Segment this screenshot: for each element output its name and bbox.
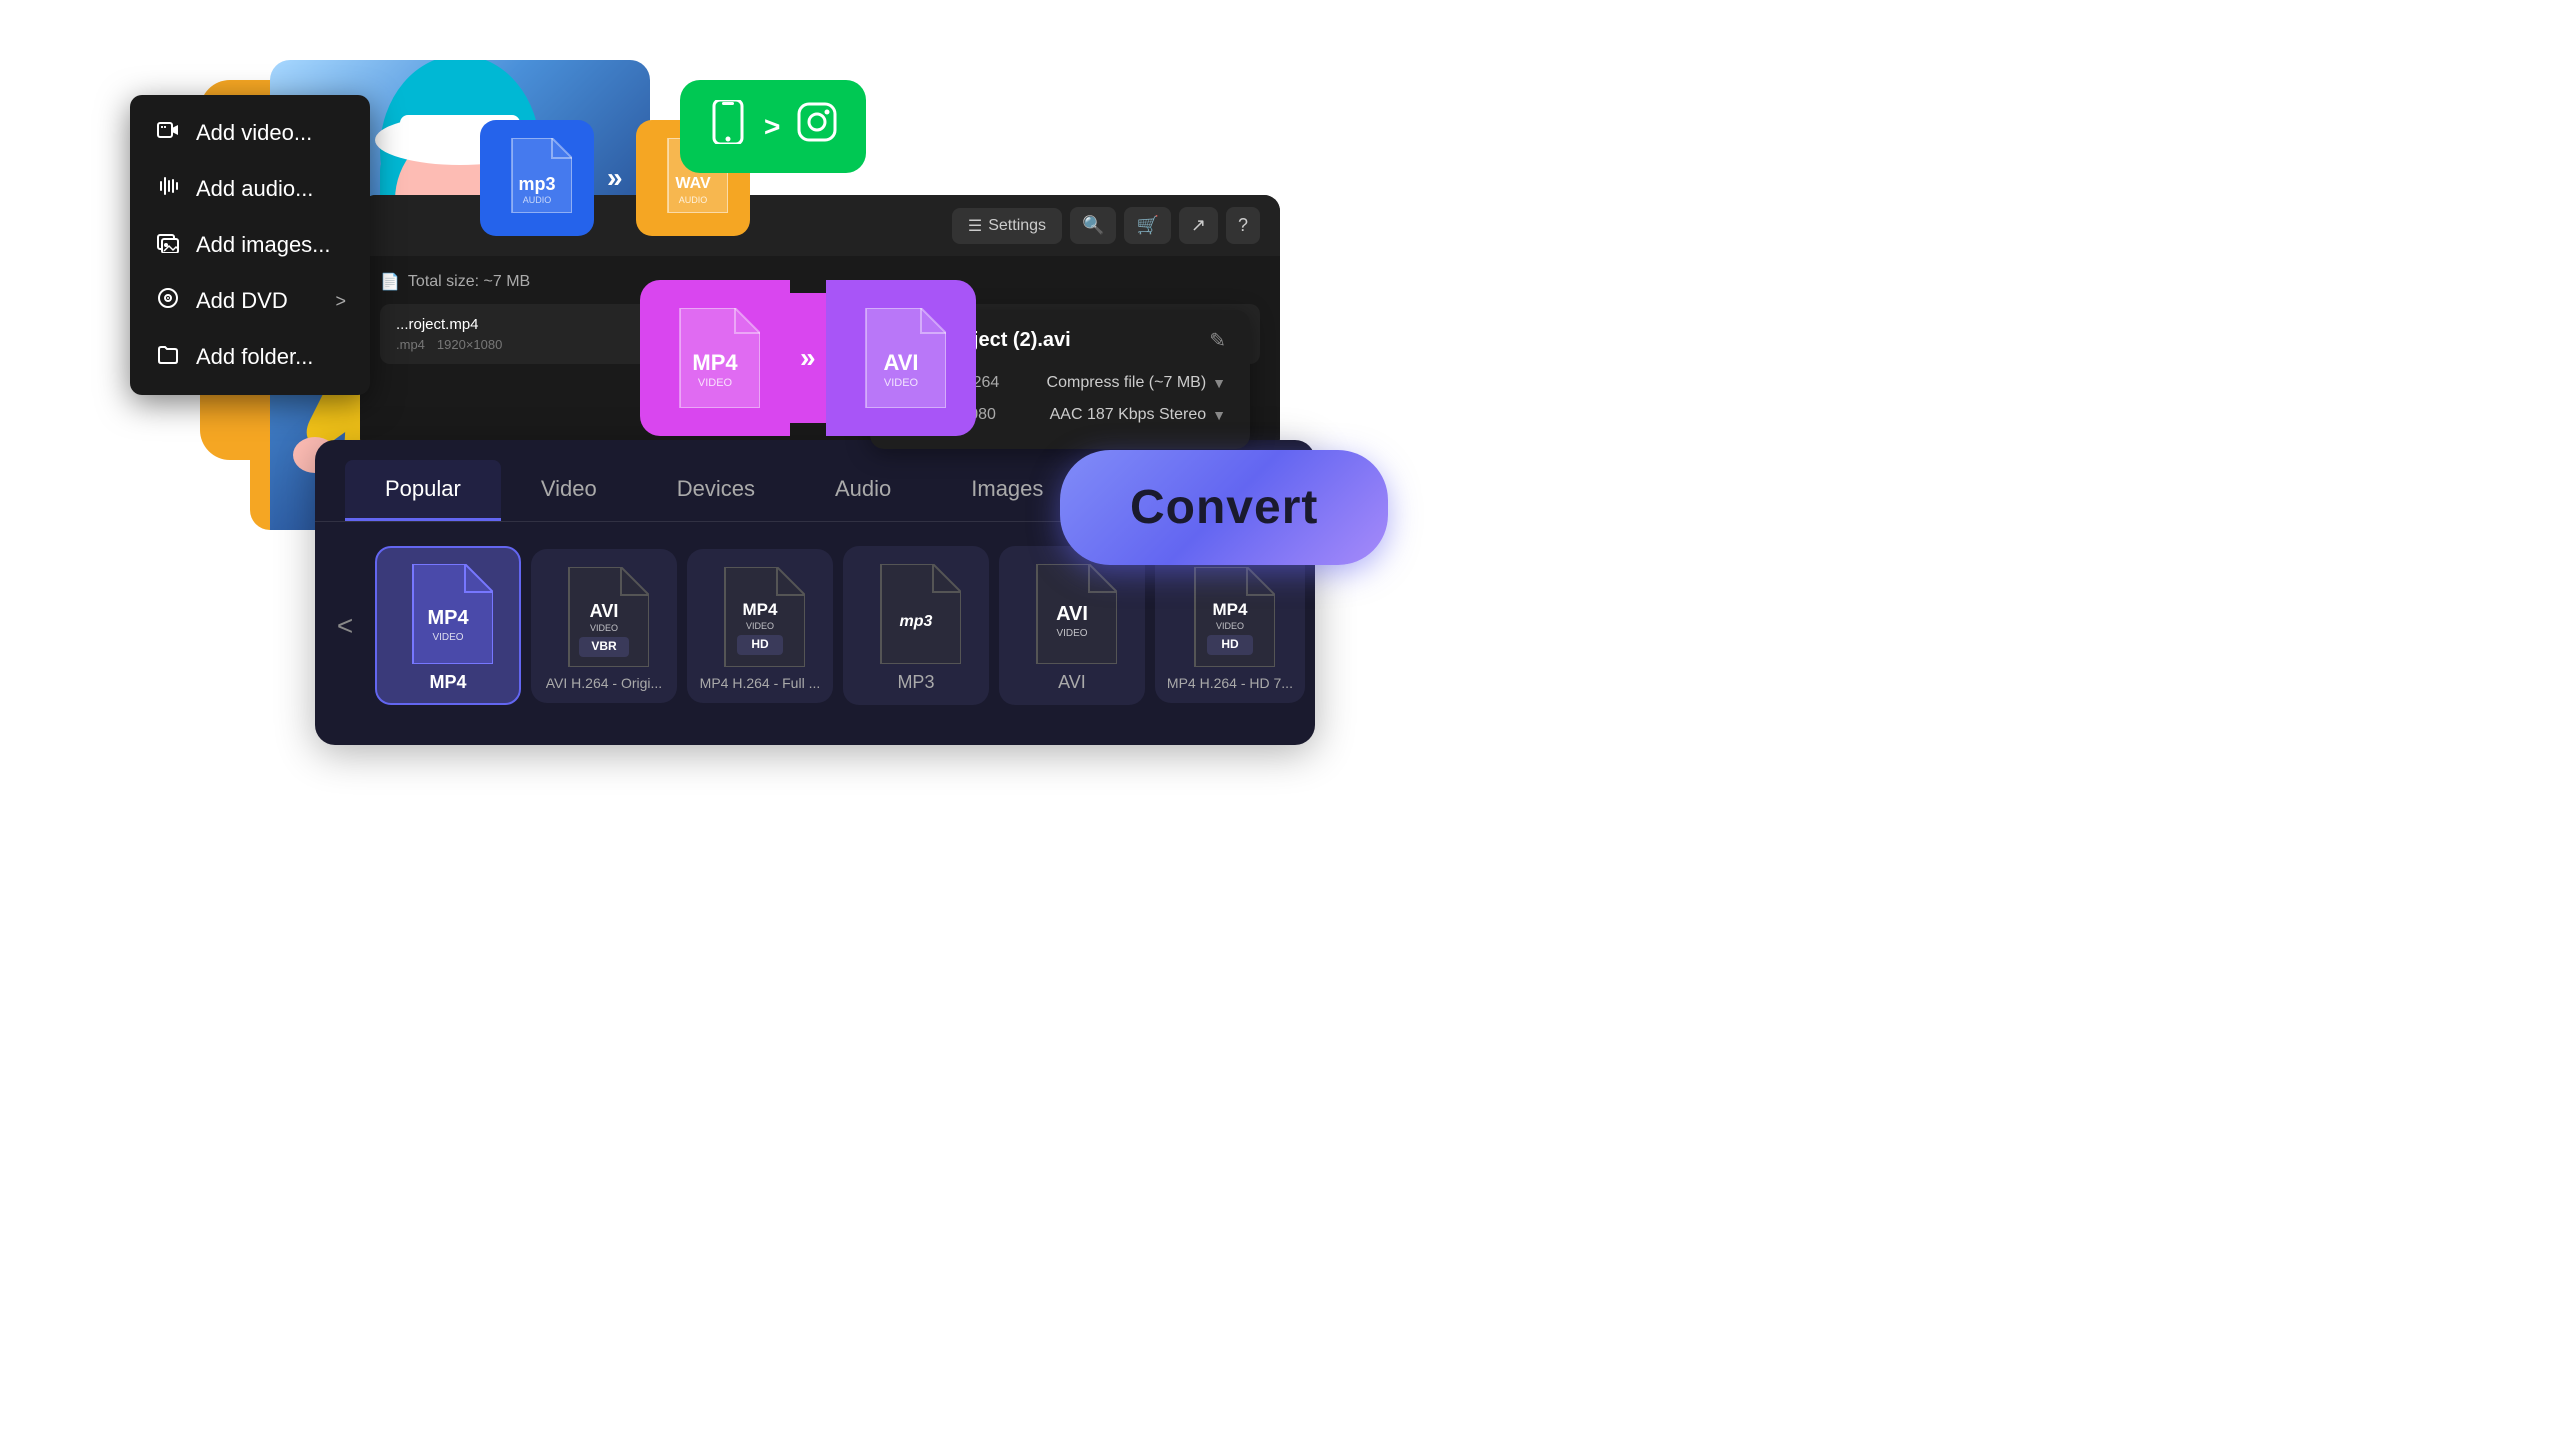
svg-text:MP4: MP4 [692,350,738,375]
svg-text:VIDEO: VIDEO [746,621,774,631]
total-size-text: Total size: ~7 MB [408,273,530,291]
menu-label-add-audio: Add audio... [196,176,313,202]
help-button[interactable]: ? [1226,207,1260,244]
edit-icon[interactable]: ✎ [1209,328,1226,353]
mp3-card-icon: mp3 [866,564,966,664]
svg-text:MP4: MP4 [742,600,778,619]
svg-text:VIDEO: VIDEO [883,377,918,389]
share-icon: ↗ [1191,215,1206,235]
images-icon [154,231,182,259]
settings-icon: ☰ [968,216,982,236]
svg-text:VIDEO: VIDEO [590,623,618,633]
share-button[interactable]: ↗ [1179,207,1218,244]
avi-card-label: AVI [1058,672,1086,693]
svg-text:AUDIO: AUDIO [523,195,552,205]
mp4-hd-card-icon: MP4 VIDEO HD [710,567,810,667]
menu-item-add-dvd[interactable]: Add DVD > [130,273,370,329]
format-card-mp4-h264-full[interactable]: MP4 VIDEO HD MP4 H.264 - Full ... [687,549,833,703]
help-icon: ? [1238,215,1248,235]
tab-video[interactable]: Video [501,460,637,521]
mp4-hd7-card-icon: MP4 VIDEO HD [1180,567,1280,667]
format-card-avi-h264-orig[interactable]: AVI VIDEO VBR AVI H.264 - Origi... [531,549,677,703]
svg-text:AUDIO: AUDIO [678,195,707,205]
menu-label-add-video: Add video... [196,120,312,146]
settings-label: Settings [988,217,1046,235]
mp4-format-card: MP4 VIDEO [640,280,790,436]
arrow-icon: > [764,111,780,143]
avi-format-card: AVI VIDEO [826,280,976,436]
svg-text:AVI: AVI [590,601,619,621]
svg-text:HD: HD [1221,637,1239,651]
avi-orig-card-icon: AVI VIDEO VBR [554,567,654,667]
svg-text:VIDEO: VIDEO [1216,621,1244,631]
resolution-value[interactable]: AAC 187 Kbps Stereo ▼ [1050,406,1226,424]
format-nav-prev[interactable]: < [325,600,365,652]
menu-label-add-images: Add images... [196,232,331,258]
file-entry-1-resolution: 1920×1080 [437,337,502,352]
avi-card-icon: AVI VIDEO [1022,564,1122,664]
menu-item-add-audio[interactable]: Add audio... [130,161,370,217]
folder-icon [154,343,182,371]
format-card-mp3[interactable]: mp3 MP3 [843,546,989,705]
svg-text:VIDEO: VIDEO [432,632,463,643]
menu-label-add-dvd: Add DVD [196,288,288,314]
mp4-hd7-card-label: MP4 H.264 - HD 7... [1167,675,1293,691]
format-card-mp4-hd7[interactable]: MP4 VIDEO HD MP4 H.264 - HD 7... [1155,549,1305,703]
svg-text:VIDEO: VIDEO [698,377,733,389]
mp3-card-label: MP3 [897,672,934,693]
file-entry-1-subname: .mp4 [396,337,425,352]
svg-text:AVI: AVI [1056,603,1088,625]
mp4-avi-conversion-badge: MP4 VIDEO » AVI VIDEO [640,280,976,436]
menu-label-add-folder: Add folder... [196,344,313,370]
dvd-icon [154,287,182,315]
svg-text:WAV: WAV [675,175,711,192]
cart-button[interactable]: 🛒 [1124,207,1170,244]
svg-text:AVI: AVI [883,350,918,375]
codec-value[interactable]: Compress file (~7 MB) ▼ [1047,374,1226,392]
format-card-avi[interactable]: AVI VIDEO AVI [999,546,1145,705]
svg-text:MP4: MP4 [427,607,469,629]
format-card-mp4[interactable]: MP4 VIDEO MP4 [375,546,521,705]
dropdown-arrow-codec: ▼ [1212,375,1226,391]
video-icon [154,119,182,147]
mp3-badge: mp3 AUDIO [480,120,594,236]
svg-text:HD: HD [751,637,769,651]
submenu-arrow-icon: > [335,291,346,312]
menu-item-add-images[interactable]: Add images... [130,217,370,273]
svg-text:MP4: MP4 [1212,600,1248,619]
svg-text:mp3: mp3 [518,174,555,194]
context-menu: Add video... Add audio... Add images... [130,95,370,395]
search-icon: 🔍 [1082,215,1104,235]
menu-item-add-video[interactable]: Add video... [130,105,370,161]
search-button[interactable]: 🔍 [1070,207,1116,244]
mp4-avi-arrow: » [790,293,826,423]
instagram-icon [796,101,838,152]
conversion-arrow-mp3-wav: » [607,162,623,194]
settings-button[interactable]: ☰ Settings [952,208,1062,244]
iphone-instagram-badge: > [680,80,866,173]
tab-devices[interactable]: Devices [637,460,795,521]
mp4-full-card-label: MP4 H.264 - Full ... [700,675,821,691]
convert-button[interactable]: Convert [1060,450,1388,565]
svg-text:mp3: mp3 [899,613,932,630]
svg-text:VBR: VBR [591,639,617,653]
menu-item-add-folder[interactable]: Add folder... [130,329,370,385]
dropdown-arrow-resolution: ▼ [1212,407,1226,423]
tab-audio[interactable]: Audio [795,460,931,521]
mp4-card-label: MP4 [429,672,466,693]
tab-popular[interactable]: Popular [345,460,501,521]
audio-icon [154,175,182,203]
svg-text:VIDEO: VIDEO [1056,628,1087,639]
file-icon: 📄 [380,272,400,292]
iphone-icon [708,100,748,153]
mp4-card-icon: MP4 VIDEO [398,564,498,664]
cart-icon: 🛒 [1136,215,1158,235]
avi-orig-card-label: AVI H.264 - Origi... [546,675,662,691]
